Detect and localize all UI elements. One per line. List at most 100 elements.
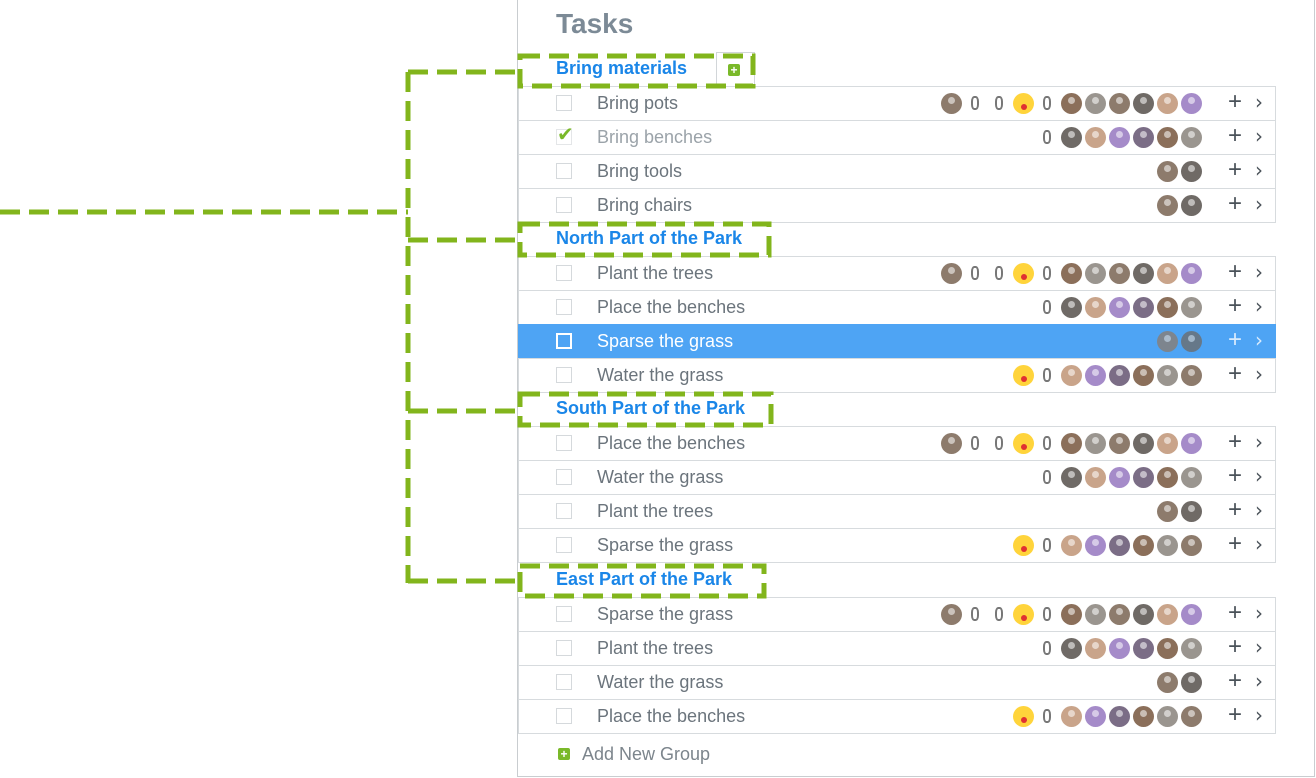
group-name[interactable]: East Part of the Park — [556, 569, 732, 590]
avatar[interactable] — [1037, 297, 1058, 318]
task-checkbox[interactable] — [556, 163, 572, 179]
task-checkbox[interactable] — [556, 95, 572, 111]
avatar[interactable] — [1013, 433, 1034, 454]
avatar[interactable] — [1109, 297, 1130, 318]
avatar[interactable] — [1157, 297, 1178, 318]
avatar[interactable] — [1061, 433, 1082, 454]
avatar[interactable] — [1109, 365, 1130, 386]
chevron-right-icon[interactable]: › — [1255, 90, 1263, 114]
avatar[interactable] — [1133, 433, 1154, 454]
avatar[interactable] — [1133, 365, 1154, 386]
avatar[interactable] — [1133, 297, 1154, 318]
group-header[interactable]: South Part of the Park — [518, 392, 1276, 426]
avatar[interactable] — [1133, 638, 1154, 659]
avatar[interactable] — [1061, 535, 1082, 556]
group-name[interactable]: South Part of the Park — [556, 398, 745, 419]
task-checkbox[interactable] — [556, 606, 572, 622]
avatar[interactable] — [965, 433, 986, 454]
avatar[interactable] — [1013, 365, 1034, 386]
task-row[interactable]: Water the grass + › — [518, 665, 1276, 700]
avatar[interactable] — [1181, 93, 1202, 114]
avatar[interactable] — [1181, 672, 1202, 693]
avatar[interactable] — [1109, 535, 1130, 556]
avatar[interactable] — [1109, 604, 1130, 625]
task-checkbox[interactable] — [556, 503, 572, 519]
chevron-right-icon[interactable]: › — [1255, 669, 1263, 693]
avatar[interactable] — [989, 433, 1010, 454]
avatar[interactable] — [1133, 93, 1154, 114]
avatar[interactable] — [1109, 638, 1130, 659]
chevron-right-icon[interactable]: › — [1255, 498, 1263, 522]
avatar[interactable] — [1157, 672, 1178, 693]
task-row[interactable]: ✔ Bring benches + › — [518, 120, 1276, 155]
chevron-right-icon[interactable]: › — [1255, 703, 1263, 727]
chevron-right-icon[interactable]: › — [1255, 601, 1263, 625]
avatar[interactable] — [1085, 263, 1106, 284]
avatar[interactable] — [965, 263, 986, 284]
avatar[interactable] — [1061, 706, 1082, 727]
avatar[interactable] — [1085, 467, 1106, 488]
chevron-right-icon[interactable]: › — [1255, 124, 1263, 148]
avatar[interactable] — [1157, 433, 1178, 454]
add-assignee-icon[interactable]: + — [1228, 89, 1242, 115]
avatar[interactable] — [965, 604, 986, 625]
group-header[interactable]: Bring materials + — [518, 52, 1276, 86]
task-row[interactable]: Bring pots + › — [518, 86, 1276, 121]
avatar[interactable] — [1013, 604, 1034, 625]
add-assignee-icon[interactable]: + — [1228, 429, 1242, 455]
avatar[interactable] — [941, 604, 962, 625]
avatar[interactable] — [1157, 161, 1178, 182]
chevron-right-icon[interactable]: › — [1255, 532, 1263, 556]
avatar[interactable] — [1157, 706, 1178, 727]
task-checkbox[interactable] — [556, 367, 572, 383]
avatar[interactable] — [1133, 706, 1154, 727]
avatar[interactable] — [989, 604, 1010, 625]
avatar[interactable] — [1037, 467, 1058, 488]
add-task-button[interactable]: + — [716, 52, 755, 85]
task-row[interactable]: Bring tools + › — [518, 154, 1276, 189]
avatar[interactable] — [1085, 638, 1106, 659]
add-assignee-icon[interactable]: + — [1228, 293, 1242, 319]
task-row-selected[interactable]: Sparse the grass + › — [518, 324, 1276, 359]
avatar[interactable] — [1133, 467, 1154, 488]
avatar[interactable] — [1157, 638, 1178, 659]
task-checkbox[interactable] — [556, 537, 572, 553]
avatar[interactable] — [989, 93, 1010, 114]
avatar[interactable] — [1013, 93, 1034, 114]
avatar[interactable] — [1133, 604, 1154, 625]
avatar[interactable] — [1157, 93, 1178, 114]
avatar[interactable] — [1037, 127, 1058, 148]
avatar[interactable] — [965, 93, 986, 114]
avatar[interactable] — [1181, 501, 1202, 522]
avatar[interactable] — [941, 263, 962, 284]
task-row[interactable]: Water the grass + › — [518, 358, 1276, 393]
avatar[interactable] — [1037, 638, 1058, 659]
task-checkbox[interactable] — [556, 435, 572, 451]
task-row[interactable]: Bring chairs + › — [518, 188, 1276, 223]
avatar[interactable] — [1061, 365, 1082, 386]
task-checkbox[interactable] — [556, 333, 572, 349]
chevron-right-icon[interactable]: › — [1255, 464, 1263, 488]
chevron-right-icon[interactable]: › — [1255, 430, 1263, 454]
add-assignee-icon[interactable]: + — [1228, 497, 1242, 523]
avatar[interactable] — [1109, 467, 1130, 488]
avatar[interactable] — [1181, 365, 1202, 386]
avatar[interactable] — [1109, 263, 1130, 284]
task-row[interactable]: Place the benches + › — [518, 426, 1276, 461]
task-row[interactable]: Sparse the grass + › — [518, 597, 1276, 632]
task-checkbox[interactable] — [556, 299, 572, 315]
avatar[interactable] — [1181, 535, 1202, 556]
avatar[interactable] — [941, 433, 962, 454]
add-assignee-icon[interactable]: + — [1228, 634, 1242, 660]
avatar[interactable] — [1157, 365, 1178, 386]
avatar[interactable] — [989, 263, 1010, 284]
avatar[interactable] — [1061, 297, 1082, 318]
avatar[interactable] — [1085, 535, 1106, 556]
task-checkbox[interactable] — [556, 469, 572, 485]
chevron-right-icon[interactable]: › — [1255, 158, 1263, 182]
avatar[interactable] — [1181, 467, 1202, 488]
avatar[interactable] — [1109, 93, 1130, 114]
avatar[interactable] — [1013, 706, 1034, 727]
avatar[interactable] — [1181, 331, 1202, 352]
task-checkbox[interactable] — [556, 674, 572, 690]
